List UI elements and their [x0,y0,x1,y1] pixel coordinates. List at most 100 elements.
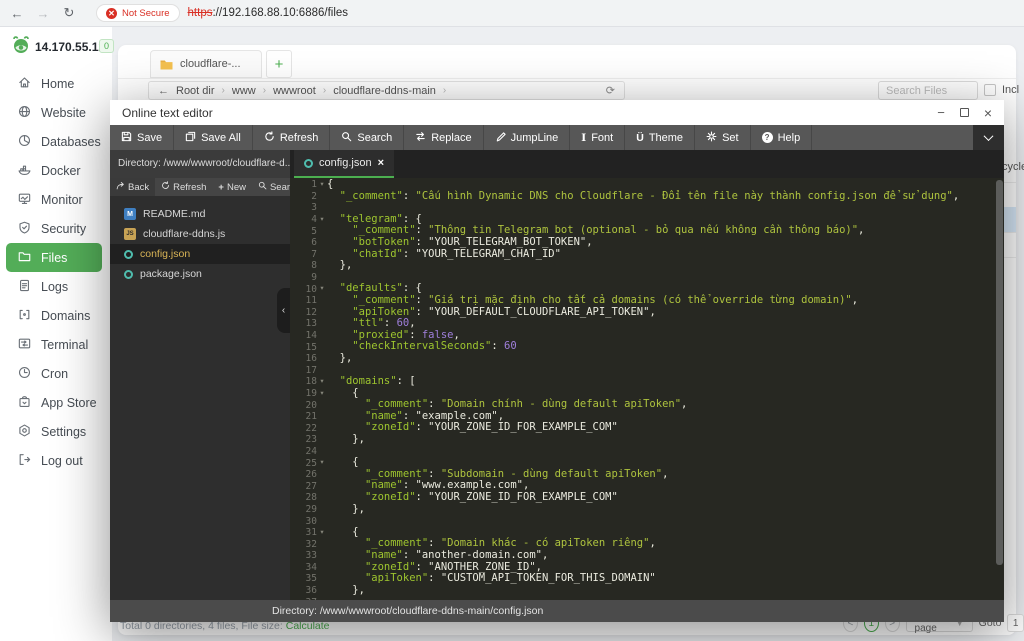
breadcrumb-segment[interactable]: www [232,85,256,97]
line-number[interactable]: 23 [290,434,317,445]
notification-badge[interactable]: 0 [99,39,114,53]
sidebar-item-settings[interactable]: Settings [0,417,102,446]
fold-marker-icon[interactable]: ▾ [317,283,327,295]
line-number[interactable]: 11 [290,295,317,306]
include-checkbox[interactable] [984,84,996,96]
tree-new-button[interactable]: + New [212,178,252,196]
sidebar-item-log-out[interactable]: Log out [0,446,102,475]
editor-tab-config-json[interactable]: config.json × [294,150,395,178]
sidebar-item-databases[interactable]: Databases [0,127,102,156]
file-item-config.json[interactable]: config.json [110,244,290,264]
line-number[interactable]: 17 [290,365,317,376]
search-button[interactable]: Search [330,125,405,150]
goto-input[interactable]: 1 [1007,614,1024,632]
line-number[interactable]: 29 [290,504,317,515]
sidebar-item-cron[interactable]: Cron [0,359,102,388]
line-number[interactable]: 35 [290,573,317,584]
line-number[interactable]: 27 [290,481,317,492]
line-number[interactable]: 30 [290,516,317,527]
maximize-icon[interactable] [959,108,969,117]
line-number[interactable]: 3 [290,202,317,213]
breadcrumb-segment[interactable]: Root dir [176,85,215,97]
sidebar-item-monitor[interactable]: Monitor [0,185,102,214]
add-tab-button[interactable]: + [266,50,292,78]
close-icon[interactable]: × [984,105,992,121]
editor-scrollbar[interactable] [996,180,1003,565]
file-item-package.json[interactable]: package.json [110,264,290,284]
line-number[interactable]: 10 [290,284,317,295]
line-number[interactable]: 25 [290,458,317,469]
browser-forward-icon[interactable]: → [30,6,56,21]
line-number[interactable]: 15 [290,342,317,353]
not-secure-chip[interactable]: ✕ Not Secure [96,4,180,22]
line-number[interactable]: 20 [290,400,317,411]
jumpline-button[interactable]: JumpLine [484,125,571,150]
tab-close-icon[interactable]: × [378,157,384,169]
line-number[interactable]: 12 [290,307,317,318]
fold-marker-icon[interactable]: ▾ [317,457,327,469]
theme-button[interactable]: Ü Theme [625,125,696,150]
save-all-button[interactable]: Save All [174,125,253,150]
sidebar-item-website[interactable]: Website [0,98,102,127]
file-manager-tab[interactable]: cloudflare-... [150,50,262,78]
file-item-cloudflare-ddns.js[interactable]: JS cloudflare-ddns.js [110,224,290,244]
sidebar-item-domains[interactable]: Domains [0,301,102,330]
line-number[interactable]: 16 [290,353,317,364]
refresh-button[interactable]: Refresh [253,125,331,150]
line-number[interactable]: 32 [290,539,317,550]
fold-marker-icon[interactable]: ▾ [317,527,327,539]
line-number[interactable]: 13 [290,318,317,329]
file-item-README.md[interactable]: M README.md [110,204,290,224]
line-number[interactable]: 14 [290,330,317,341]
address-bar[interactable]: https://192.168.88.10:6886/files [188,7,349,19]
line-number[interactable]: 21 [290,411,317,422]
line-number[interactable]: 33 [290,550,317,561]
line-number[interactable]: 6 [290,237,317,248]
line-number[interactable]: 36 [290,585,317,596]
sidebar-item-files[interactable]: Files [6,243,102,272]
tree-refresh-button[interactable]: Refresh [155,178,212,196]
line-number[interactable]: 24 [290,446,317,457]
toolbar-collapse-chevron-icon[interactable] [973,125,1004,150]
line-number[interactable]: 19 [290,388,317,399]
sidebar-item-logs[interactable]: Logs [0,272,102,301]
breadcrumb-refresh-icon[interactable]: ⟳ [606,84,615,97]
line-number[interactable]: 9 [290,272,317,283]
code-editor[interactable]: 1 ▾{2 "_comment": "Cấu hình Dynamic DNS c… [290,178,1004,600]
recycle-bin-button[interactable]: cycle [1002,161,1024,173]
tree-search-button[interactable]: Search [252,178,290,196]
tree-collapse-handle[interactable]: ‹ [277,288,290,333]
font-button[interactable]: I Font [570,125,626,150]
sidebar-item-terminal[interactable]: Terminal [0,330,102,359]
browser-back-icon[interactable]: ← [4,6,30,21]
line-number[interactable]: 22 [290,423,317,434]
sidebar-item-docker[interactable]: Docker [0,156,102,185]
fold-marker-icon[interactable]: ▾ [317,376,327,388]
minimize-icon[interactable]: − [937,105,945,120]
line-number[interactable]: 2 [290,191,317,202]
sidebar-item-app-store[interactable]: App Store [0,388,102,417]
line-number[interactable]: 7 [290,249,317,260]
line-number[interactable]: 4 [290,214,317,225]
line-number[interactable]: 8 [290,260,317,271]
tree-back-button[interactable]: Back [110,178,156,196]
line-number[interactable]: 1 [290,179,317,190]
replace-button[interactable]: Replace [404,125,484,150]
line-number[interactable]: 28 [290,492,317,503]
breadcrumb-back-icon[interactable]: ← [158,85,169,97]
fold-marker-icon[interactable]: ▾ [317,214,327,226]
save-button[interactable]: Save [110,125,175,150]
browser-refresh-icon[interactable]: ↻ [56,5,82,21]
breadcrumb-segment[interactable]: wwwroot [273,85,316,97]
sidebar-item-home[interactable]: Home [0,69,102,98]
line-number[interactable]: 5 [290,226,317,237]
modal-titlebar[interactable]: Online text editor − × [110,100,1004,125]
line-number[interactable]: 26 [290,469,317,480]
search-input[interactable] [878,81,978,100]
set-button[interactable]: Set [695,125,751,150]
fold-marker-icon[interactable]: ▾ [317,179,327,191]
help-button[interactable]: ? Help [751,125,813,150]
line-number[interactable]: 18 [290,376,317,387]
line-number[interactable]: 34 [290,562,317,573]
fold-marker-icon[interactable]: ▾ [317,388,327,400]
